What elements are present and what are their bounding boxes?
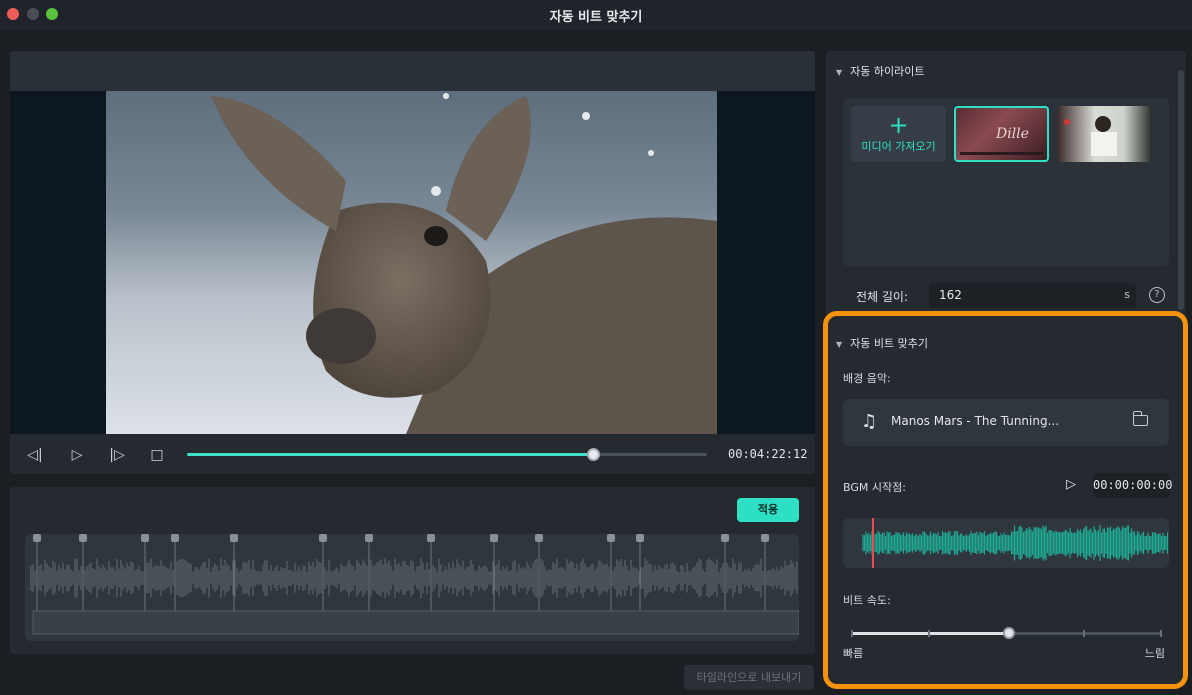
total-length-input[interactable]: 162 s <box>929 283 1136 308</box>
slider-tick <box>1083 630 1085 637</box>
playback-scrubber-handle[interactable] <box>586 448 600 461</box>
deer-image <box>211 93 717 434</box>
prev-frame-icon: ◁| <box>27 447 43 463</box>
playback-progress-bar[interactable] <box>187 448 707 461</box>
video-canvas[interactable] <box>10 91 815 434</box>
title-bar: 자동 비트 맞추기 <box>0 0 1192 30</box>
settings-panel: ▼ 자동 하이라이트 + 미디어 가져오기 Dille 전체 길이: 162 s … <box>826 51 1186 687</box>
beat-marker-handle[interactable] <box>365 534 373 542</box>
bgm-waveform-path <box>862 525 1169 561</box>
total-length-value: 162 <box>939 288 962 302</box>
bgm-start-time-input[interactable]: 00:00:00:00 <box>1093 473 1172 498</box>
media-thumbnail-1[interactable]: Dille <box>954 106 1049 162</box>
slider-tick <box>851 630 853 637</box>
beat-marker-handle[interactable] <box>607 534 615 542</box>
beat-speed-label: 비트 속도: <box>843 594 891 607</box>
bgm-track-name: Manos Mars - The Tunning... <box>891 414 1060 428</box>
thumbnail-image: Dille <box>960 126 1043 155</box>
music-note-icon: ♫ <box>861 411 878 432</box>
beat-marker-handle[interactable] <box>761 534 769 542</box>
stop-button[interactable]: □ <box>148 446 166 464</box>
beat-speed-handle[interactable] <box>1002 627 1015 639</box>
next-frame-button[interactable]: |▷ <box>108 446 126 464</box>
video-frame <box>106 91 717 434</box>
folder-icon[interactable] <box>1132 411 1148 426</box>
video-preview-panel: ◁| ▷ |▷ □ 00:04:22:12 <box>10 51 815 474</box>
beat-waveform <box>30 534 799 635</box>
auto-beat-title: 자동 비트 맞추기 <box>850 337 928 350</box>
bgm-label: 배경 음악: <box>843 372 891 385</box>
auto-highlight-header[interactable]: ▼ 자동 하이라이트 <box>836 63 925 79</box>
beat-marker-handle[interactable] <box>79 534 87 542</box>
next-frame-icon: |▷ <box>109 447 125 463</box>
auto-highlight-title: 자동 하이라이트 <box>850 65 925 78</box>
beat-marker-handle[interactable] <box>535 534 543 542</box>
preview-header <box>10 51 815 91</box>
collapse-caret-icon: ▼ <box>836 340 843 349</box>
beat-marker-handle[interactable] <box>721 534 729 542</box>
plus-icon: + <box>888 111 909 139</box>
play-icon: ▷ <box>1066 477 1076 492</box>
auto-beat-header[interactable]: ▼ 자동 비트 맞추기 <box>836 335 928 351</box>
slider-tick <box>1160 630 1162 637</box>
slider-tick <box>928 630 930 637</box>
play-button[interactable]: ▷ <box>68 446 86 464</box>
play-icon: ▷ <box>71 447 83 463</box>
media-thumbnail-2[interactable] <box>1057 106 1152 162</box>
bgm-preview-play-button[interactable]: ▷ <box>1066 477 1076 492</box>
svg-text:Dille: Dille <box>995 126 1029 142</box>
thumbnail-image <box>1064 116 1117 156</box>
settings-scrollbar[interactable] <box>1178 70 1184 310</box>
beat-speed-slider[interactable] <box>851 627 1162 639</box>
collapse-caret-icon: ▼ <box>836 68 843 77</box>
playback-timecode: 00:04:22:12 <box>728 447 808 461</box>
bgm-waveform[interactable] <box>843 518 1169 568</box>
window-title: 자동 비트 맞추기 <box>549 10 643 25</box>
beat-marker-handle[interactable] <box>490 534 498 542</box>
help-icon[interactable]: ? <box>1149 287 1165 303</box>
beat-marker-handle[interactable] <box>636 534 644 542</box>
beat-marker-handle[interactable] <box>319 534 327 542</box>
total-length-label: 전체 길이: <box>856 290 909 304</box>
speed-slow-label: 느림 <box>1144 647 1165 660</box>
bgm-selector[interactable]: ♫ Manos Mars - The Tunning... <box>843 399 1169 446</box>
bgm-start-label: BGM 시작점: <box>843 481 906 494</box>
total-length-unit: s <box>1124 288 1130 301</box>
bgm-waveform-graphic <box>862 518 1169 568</box>
beat-editor-panel: 적용 <box>10 487 815 654</box>
prev-frame-button[interactable]: ◁| <box>26 446 44 464</box>
beat-marker-handle[interactable] <box>33 534 41 542</box>
speed-fast-label: 빠름 <box>843 647 864 660</box>
import-media-label: 미디어 가져오기 <box>861 140 936 153</box>
beat-marker-handle[interactable] <box>171 534 179 542</box>
stop-icon: □ <box>150 447 164 463</box>
import-media-button[interactable]: + 미디어 가져오기 <box>851 106 946 162</box>
clip-strip <box>32 610 799 635</box>
apply-button[interactable]: 적용 <box>737 498 799 522</box>
beat-marker-handle[interactable] <box>427 534 435 542</box>
playback-progress-fill <box>187 453 593 456</box>
waveform-path <box>30 558 798 598</box>
media-library: + 미디어 가져오기 Dille <box>843 98 1169 266</box>
beat-marker-handle[interactable] <box>230 534 238 542</box>
export-to-timeline-button[interactable]: 타임라인으로 내보내기 <box>684 665 814 690</box>
beat-waveform-track[interactable] <box>25 534 799 641</box>
beat-marker-handle[interactable] <box>141 534 149 542</box>
